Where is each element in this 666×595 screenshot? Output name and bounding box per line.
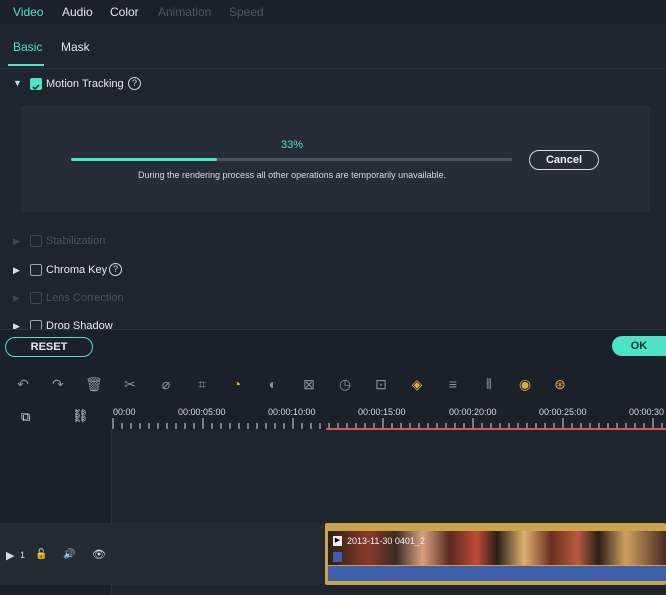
subtab-basic[interactable]: Basic bbox=[13, 40, 42, 54]
cut-icon[interactable]: ✂ bbox=[121, 375, 139, 393]
link-icon[interactable]: ⛓ bbox=[72, 408, 89, 424]
delete-icon[interactable]: 🗑 bbox=[85, 375, 103, 393]
clip-play-icon: ▶ bbox=[333, 536, 342, 546]
audio-icon[interactable]: ◉ bbox=[516, 375, 534, 393]
redo-icon[interactable]: ↷ bbox=[49, 375, 67, 393]
clip-link-icon bbox=[333, 552, 342, 562]
expand-caret-icon[interactable]: ▼ bbox=[13, 78, 22, 88]
active-subtab-indicator bbox=[8, 64, 44, 66]
tab-speed[interactable]: Speed bbox=[229, 5, 264, 19]
lens-correction-caret-icon[interactable]: ▶ bbox=[13, 293, 20, 304]
render-note: During the rendering process all other o… bbox=[138, 170, 447, 180]
help-icon[interactable]: ? bbox=[128, 77, 141, 90]
chroma-key-caret-icon[interactable]: ▶ bbox=[13, 265, 20, 276]
lens-correction-label: Lens Correction bbox=[46, 292, 124, 304]
progress-percent: 33% bbox=[281, 139, 304, 151]
mute-icon[interactable]: 🔊 bbox=[63, 549, 75, 560]
motion-tracking-checkbox[interactable] bbox=[30, 78, 42, 91]
color-icon[interactable]: ◐ bbox=[264, 375, 282, 393]
clip-title: 2013-11-30 0401_2 bbox=[347, 536, 425, 546]
cancel-button[interactable]: Cancel bbox=[529, 150, 599, 170]
tab-animation[interactable]: Animation bbox=[158, 5, 211, 19]
motion-tracking-label: Motion Tracking bbox=[46, 78, 124, 90]
add-track-icon[interactable]: ⧉ bbox=[21, 409, 30, 425]
ruler-tick-label: 00:00 bbox=[113, 407, 136, 417]
ruler-ticks bbox=[112, 418, 666, 430]
ruler-tick-label: 00:00:05:00 bbox=[178, 407, 226, 417]
action-bar bbox=[0, 329, 666, 366]
ruler-tick-label: 00:00:10:00 bbox=[268, 407, 316, 417]
crop-icon[interactable]: ⌗ bbox=[193, 375, 211, 393]
stabilization-label: Stabilization bbox=[46, 235, 106, 247]
tab-audio[interactable]: Audio bbox=[62, 5, 93, 19]
video-track-icon: ▶ bbox=[6, 550, 15, 562]
chroma-key-label: Chroma Key bbox=[46, 264, 108, 276]
lock-icon[interactable]: 🔓 bbox=[35, 549, 47, 560]
keyframe-icon[interactable]: ◈ bbox=[408, 375, 426, 393]
ok-button[interactable]: OK bbox=[612, 336, 666, 356]
adjust-icon[interactable]: ≡ bbox=[444, 375, 462, 393]
ruler-tick-label: 00:00:20:00 bbox=[449, 407, 497, 417]
split-audio-icon[interactable]: ⦀ bbox=[480, 375, 498, 393]
reset-button[interactable]: RESET bbox=[5, 337, 93, 357]
progress-track bbox=[71, 158, 512, 161]
track-number: 1 bbox=[20, 550, 26, 560]
tag-icon[interactable]: ⌀ bbox=[157, 375, 175, 393]
freeze-icon[interactable]: ⊡ bbox=[372, 375, 390, 393]
sub-tabs: Basic Mask bbox=[0, 24, 666, 69]
eye-icon[interactable]: 👁 bbox=[92, 548, 106, 561]
voiceover-icon[interactable]: ⊛ bbox=[551, 375, 569, 393]
progress-fill bbox=[71, 158, 217, 161]
lens-correction-checkbox[interactable] bbox=[30, 292, 42, 304]
tab-video[interactable]: Video bbox=[13, 5, 43, 19]
ruler-tick-label: 00:00:25:00 bbox=[539, 407, 587, 417]
ruler-tick-label: 00:00:15:00 bbox=[358, 407, 406, 417]
tab-color[interactable]: Color bbox=[110, 5, 139, 19]
stabilization-checkbox[interactable] bbox=[30, 235, 42, 247]
subtab-mask[interactable]: Mask bbox=[61, 40, 90, 54]
undo-icon[interactable]: ↶ bbox=[14, 375, 32, 393]
chroma-help-icon[interactable]: ? bbox=[109, 263, 122, 276]
drop-shadow-label: Drop Shadow bbox=[46, 320, 113, 329]
ruler-controls: ⧉ ⛓ bbox=[0, 402, 111, 430]
duration-icon[interactable]: ◷ bbox=[336, 375, 354, 393]
check-icon bbox=[32, 84, 40, 91]
audio-waveform bbox=[328, 566, 666, 581]
title-icon[interactable]: ⊠ bbox=[300, 375, 318, 393]
property-tabs: Video Audio Color Animation Speed bbox=[0, 0, 666, 25]
ruler-tick-label: 00:00:30 bbox=[629, 407, 665, 417]
chroma-key-checkbox[interactable] bbox=[30, 264, 42, 276]
speed-icon[interactable]: ◔ bbox=[228, 375, 246, 393]
stabilization-caret-icon[interactable]: ▶ bbox=[13, 236, 20, 247]
timeline-toolbar: ↶ ↷ 🗑 ✂ ⌀ ⌗ ◔ ◐ ⊠ ◷ ⊡ ◈ ≡ ⦀ ◉ ⊛ bbox=[0, 366, 666, 402]
